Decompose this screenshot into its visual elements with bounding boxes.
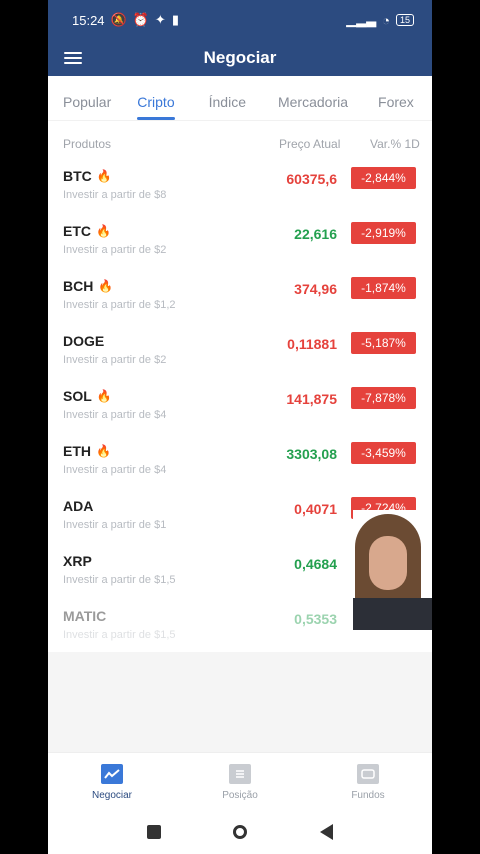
- column-price: Preço Atual: [279, 137, 341, 151]
- empty-area: [48, 652, 432, 752]
- product-min-investment: Investir a partir de $1,2: [63, 299, 176, 311]
- back-icon[interactable]: [318, 824, 334, 840]
- product-min-investment: Investir a partir de $2: [63, 244, 167, 256]
- nav-fundos[interactable]: Fundos: [304, 753, 432, 811]
- menu-icon[interactable]: [64, 49, 82, 67]
- product-symbol: SOL: [63, 388, 92, 404]
- product-price: 0,4071: [294, 501, 337, 517]
- product-price: 0,5353: [294, 611, 337, 627]
- variation-badge: -5,187%: [351, 332, 416, 354]
- column-headers: Produtos Preço Atual Var.% 1D: [48, 121, 432, 165]
- variation-badge: -3,459%: [351, 442, 416, 464]
- system-nav-bar: [48, 810, 432, 854]
- status-bar: 15:24 🔕 ⏰ ✦ ▮ ▁▂▃ ◔ 15: [48, 0, 432, 40]
- product-symbol: ADA: [63, 498, 94, 514]
- tab-cripto[interactable]: Cripto: [137, 94, 175, 120]
- product-price: 374,96: [294, 281, 337, 297]
- alarm-icon: ⏰: [132, 12, 149, 27]
- product-symbol: ETC: [63, 223, 91, 239]
- product-symbol: BCH: [63, 278, 94, 294]
- product-symbol-wrap: BTC 🔥: [63, 168, 112, 184]
- product-symbol-wrap: ADA: [63, 498, 93, 514]
- product-row[interactable]: ETH 🔥 Investir a partir de $4 3303,08 -3,459…: [48, 440, 432, 495]
- presenter-video-overlay[interactable]: [353, 510, 432, 630]
- nav-posicao-label: Posição: [222, 790, 258, 801]
- product-symbol-wrap: SOL 🔥: [63, 388, 112, 404]
- product-symbol-wrap: MATIC: [63, 608, 106, 624]
- mute-icon: 🔕: [110, 12, 127, 27]
- variation-badge: -2,919%: [351, 222, 416, 244]
- tab-popular[interactable]: Popular: [63, 94, 111, 120]
- product-symbol: XRP: [63, 553, 92, 569]
- tab-mercadoria[interactable]: Mercadoria: [278, 94, 348, 120]
- product-symbol-wrap: BCH 🔥: [63, 278, 113, 294]
- flame-icon: 🔥: [96, 389, 112, 403]
- product-price: 141,875: [286, 391, 337, 407]
- product-symbol: ETH: [63, 443, 91, 459]
- home-icon[interactable]: [232, 824, 248, 840]
- product-price: 3303,08: [286, 446, 337, 462]
- variation-badge: -7,878%: [351, 387, 416, 409]
- variation-badge: -1,874%: [351, 277, 416, 299]
- product-min-investment: Investir a partir de $1,5: [63, 574, 176, 586]
- signal-icon: ▁▂▃: [346, 12, 377, 27]
- product-price: 22,616: [294, 226, 337, 242]
- flame-icon: 🔥: [96, 444, 111, 458]
- product-symbol: DOGE: [63, 333, 105, 349]
- nav-posicao[interactable]: Posição: [176, 753, 304, 811]
- flame-icon: 🔥: [98, 279, 114, 293]
- product-min-investment: Investir a partir de $8: [63, 189, 167, 201]
- product-symbol-wrap: ETH 🔥: [63, 443, 111, 459]
- battery-indicator: 15: [395, 14, 414, 26]
- phone-screen: 15:24 🔕 ⏰ ✦ ▮ ▁▂▃ ◔ 15 Negociar Popular …: [48, 0, 432, 854]
- product-row[interactable]: ETC 🔥 Investir a partir de $2 22,616 -2,919%: [48, 220, 432, 275]
- bottom-nav: Negociar Posição Fundos: [48, 752, 432, 811]
- flame-icon: 🔥: [96, 224, 111, 238]
- product-min-investment: Investir a partir de $4: [63, 409, 167, 421]
- product-price: 60375,6: [286, 171, 337, 187]
- document-icon: [229, 764, 251, 784]
- nav-fundos-label: Fundos: [351, 790, 385, 801]
- status-time: 15:24: [72, 12, 105, 28]
- recent-apps-icon[interactable]: [146, 824, 162, 840]
- column-products: Produtos: [63, 137, 112, 151]
- flame-icon: 🔥: [96, 169, 112, 183]
- video-icon: ▮: [171, 12, 179, 27]
- product-symbol: BTC: [63, 168, 92, 184]
- product-symbol-wrap: XRP: [63, 553, 92, 569]
- product-price: 0,4684: [294, 556, 337, 572]
- product-min-investment: Investir a partir de $2: [63, 354, 167, 366]
- product-symbol-wrap: DOGE: [63, 333, 104, 349]
- product-price: 0,11881: [287, 336, 337, 352]
- variation-badge: -2,844%: [351, 167, 416, 189]
- nav-negociar-label: Negociar: [91, 790, 133, 801]
- tab-forex[interactable]: Forex: [378, 94, 414, 120]
- product-min-investment: Investir a partir de $1: [63, 519, 167, 531]
- tab-indice[interactable]: Índice: [209, 94, 246, 120]
- column-variation: Var.% 1D: [370, 137, 420, 151]
- product-row[interactable]: BTC 🔥 Investir a partir de $8 60375,6 -2,844…: [48, 165, 432, 220]
- wifi-icon: ◔: [382, 12, 390, 28]
- category-tabs: Popular Cripto Índice Mercadoria Forex: [48, 76, 432, 121]
- product-row[interactable]: SOL 🔥 Investir a partir de $4 141,875 -7,878…: [48, 385, 432, 440]
- product-symbol: MATIC: [63, 608, 107, 624]
- product-row[interactable]: DOGE Investir a partir de $2 0,11881 -5,187…: [48, 330, 432, 385]
- app-bar: Negociar: [48, 40, 432, 76]
- app-icon: ✦: [154, 12, 166, 27]
- product-symbol-wrap: ETC 🔥: [63, 223, 111, 239]
- chart-icon: [101, 764, 123, 784]
- product-min-investment: Investir a partir de $1,5: [63, 629, 176, 641]
- product-min-investment: Investir a partir de $4: [63, 464, 167, 476]
- nav-negociar[interactable]: Negociar: [48, 753, 176, 811]
- product-row[interactable]: BCH 🔥 Investir a partir de $1,2 374,96 -1,87…: [48, 275, 432, 330]
- page-title: Negociar: [203, 48, 277, 67]
- wallet-icon: [357, 764, 379, 784]
